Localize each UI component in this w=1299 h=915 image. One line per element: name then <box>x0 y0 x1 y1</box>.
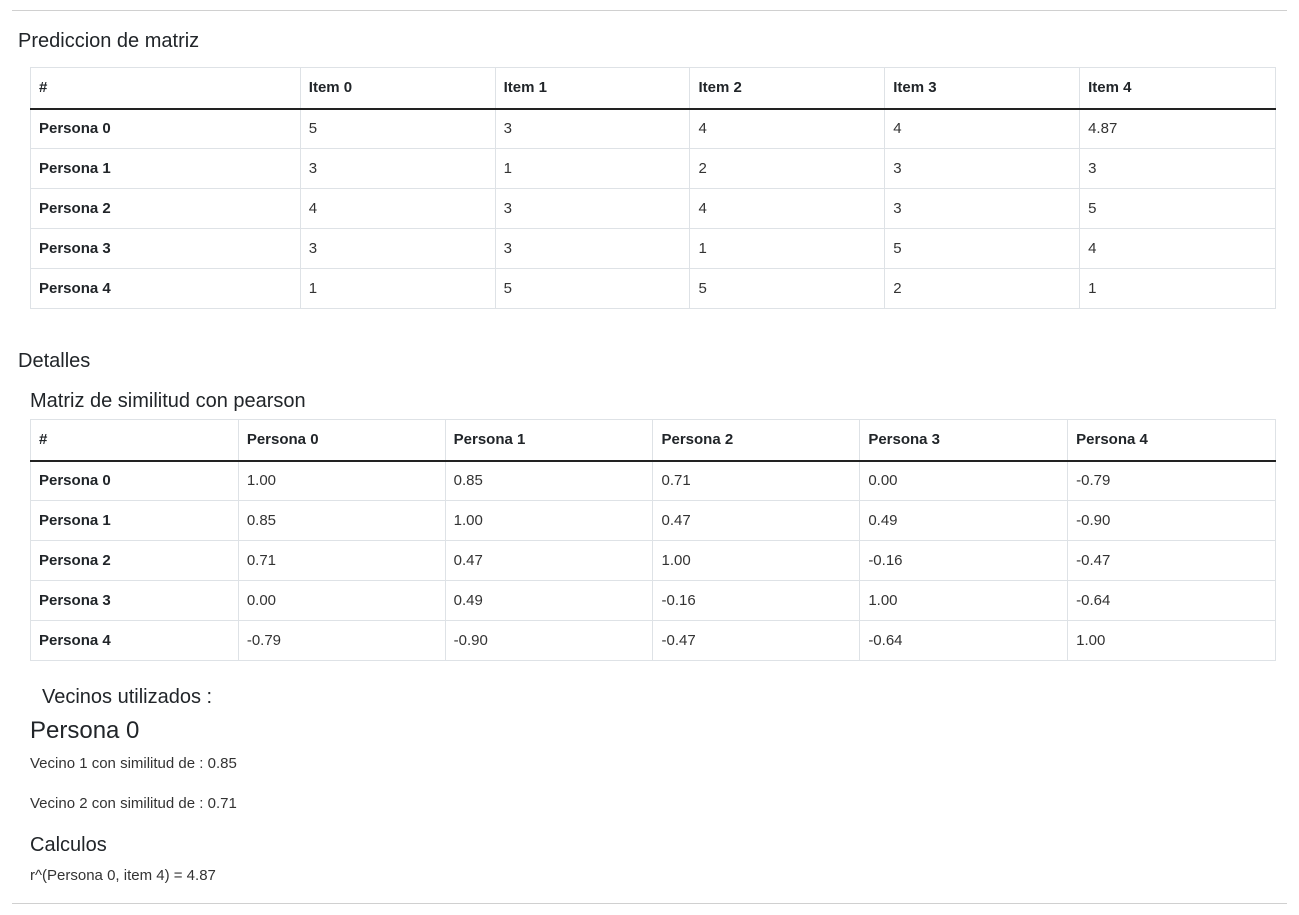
table-cell: -0.79 <box>1067 460 1276 501</box>
table-cell: 0.71 <box>237 540 446 581</box>
column-header: Persona 0 <box>237 419 446 462</box>
row-header: Persona 0 <box>30 460 239 501</box>
column-header: Persona 2 <box>652 419 861 462</box>
table-cell: -0.64 <box>859 620 1069 661</box>
column-header: Persona 1 <box>444 419 654 462</box>
table-cell: 0.00 <box>237 580 446 621</box>
column-header: # <box>30 419 239 462</box>
table-cell: -0.47 <box>1067 540 1276 581</box>
table-cell: 4 <box>689 108 886 149</box>
row-header: Persona 4 <box>30 268 301 309</box>
row-header: Persona 1 <box>30 148 301 189</box>
table-cell: -0.79 <box>237 620 446 661</box>
table-cell: 1.00 <box>652 540 861 581</box>
table-cell: 0.71 <box>652 460 861 501</box>
table-cell: 5 <box>884 228 1081 269</box>
table-cell: 0.49 <box>444 580 654 621</box>
row-header: Persona 3 <box>30 228 301 269</box>
table-cell: -0.16 <box>652 580 861 621</box>
details-title: Detalles <box>18 350 91 372</box>
table-cell: 1 <box>299 268 496 309</box>
prediction-title: Prediccion de matriz <box>18 30 200 52</box>
table-row: Persona 1 0.85 1.00 0.47 0.49 -0.90 <box>30 500 1276 541</box>
table-cell: 5 <box>689 268 886 309</box>
neighbors-person: Persona 0 <box>30 717 140 744</box>
table-cell: 0.49 <box>859 500 1069 541</box>
table-row: Persona 3 0.00 0.49 -0.16 1.00 -0.64 <box>30 580 1276 621</box>
table-cell: 1.00 <box>444 500 654 541</box>
table-cell: 2 <box>689 148 886 189</box>
table-cell: 3 <box>884 148 1081 189</box>
table-cell: 0.47 <box>652 500 861 541</box>
table-cell: 5 <box>299 108 496 149</box>
table-cell: 3 <box>1079 148 1276 189</box>
table-header-row: # Persona 0 Persona 1 Persona 2 Persona … <box>30 419 1276 462</box>
table-cell: 1 <box>689 228 886 269</box>
row-header: Persona 3 <box>30 580 239 621</box>
prediction-table: # Item 0 Item 1 Item 2 Item 3 Item 4 Per… <box>30 67 1276 309</box>
similarity-title: Matriz de similitud con pearson <box>30 390 306 412</box>
table-cell: 3 <box>299 148 496 189</box>
table-cell: -0.16 <box>859 540 1069 581</box>
column-header: Item 1 <box>494 67 691 110</box>
table-row: Persona 0 1.00 0.85 0.71 0.00 -0.79 <box>30 460 1276 501</box>
table-row: Persona 4 1 5 5 2 1 <box>30 268 1276 309</box>
neighbor-item: Vecino 1 con similitud de : 0.85 <box>30 755 237 772</box>
table-row: Persona 2 4 3 4 3 5 <box>30 188 1276 229</box>
column-header: Item 0 <box>299 67 496 110</box>
neighbors-title: Vecinos utilizados : <box>42 686 213 708</box>
table-cell: 0.85 <box>444 460 654 501</box>
table-cell: 1.00 <box>1067 620 1276 661</box>
similarity-table: # Persona 0 Persona 1 Persona 2 Persona … <box>30 419 1276 661</box>
table-row: Persona 3 3 3 1 5 4 <box>30 228 1276 269</box>
column-header: Persona 4 <box>1067 419 1276 462</box>
row-header: Persona 1 <box>30 500 239 541</box>
table-cell: 3 <box>299 228 496 269</box>
table-cell: 3 <box>884 188 1081 229</box>
table-cell: 0.47 <box>444 540 654 581</box>
table-cell: 3 <box>494 228 691 269</box>
table-cell: -0.64 <box>1067 580 1276 621</box>
table-cell: 5 <box>1079 188 1276 229</box>
table-cell: 4 <box>884 108 1081 149</box>
table-cell: -0.90 <box>444 620 654 661</box>
table-row: Persona 0 5 3 4 4 4.87 <box>30 108 1276 149</box>
table-row: Persona 4 -0.79 -0.90 -0.47 -0.64 1.00 <box>30 620 1276 661</box>
table-cell: 1.00 <box>237 460 446 501</box>
column-header: Item 2 <box>689 67 886 110</box>
table-cell: 0.00 <box>859 460 1069 501</box>
column-header: Item 3 <box>884 67 1081 110</box>
table-row: Persona 2 0.71 0.47 1.00 -0.16 -0.47 <box>30 540 1276 581</box>
table-cell: 0.85 <box>237 500 446 541</box>
table-cell: -0.47 <box>652 620 861 661</box>
calculation-formula: r^(Persona 0, item 4) = 4.87 <box>30 867 216 884</box>
table-cell: 1 <box>1079 268 1276 309</box>
table-cell: 4 <box>299 188 496 229</box>
table-row: Persona 1 3 1 2 3 3 <box>30 148 1276 189</box>
table-cell: 4 <box>1079 228 1276 269</box>
table-header-row: # Item 0 Item 1 Item 2 Item 3 Item 4 <box>30 67 1276 110</box>
column-header: # <box>30 67 301 110</box>
row-header: Persona 4 <box>30 620 239 661</box>
row-header: Persona 2 <box>30 540 239 581</box>
column-header: Item 4 <box>1079 67 1276 110</box>
table-cell: 3 <box>494 188 691 229</box>
row-header: Persona 0 <box>30 108 301 149</box>
table-cell: 4 <box>689 188 886 229</box>
table-cell: 2 <box>884 268 1081 309</box>
table-cell: 3 <box>494 108 691 149</box>
table-cell: 1 <box>494 148 691 189</box>
table-cell: 4.87 <box>1079 108 1276 149</box>
table-cell: 5 <box>494 268 691 309</box>
calculations-title: Calculos <box>30 834 107 856</box>
neighbor-item: Vecino 2 con similitud de : 0.71 <box>30 795 237 812</box>
table-cell: -0.90 <box>1067 500 1276 541</box>
row-header: Persona 2 <box>30 188 301 229</box>
column-header: Persona 3 <box>859 419 1069 462</box>
top-divider <box>12 10 1287 11</box>
bottom-divider <box>12 903 1287 904</box>
table-cell: 1.00 <box>859 580 1069 621</box>
